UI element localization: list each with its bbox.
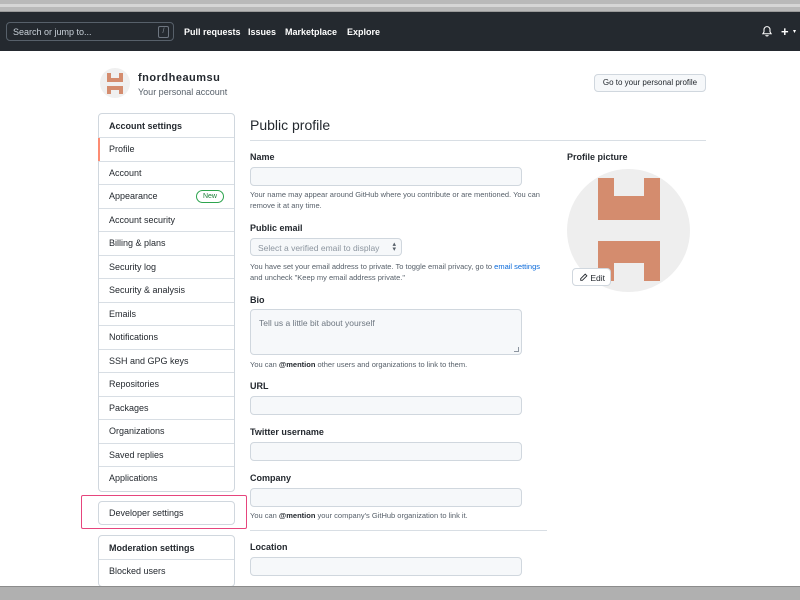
account-avatar: [100, 68, 130, 98]
title-divider: [250, 140, 706, 141]
moderation-heading: Moderation settings: [99, 536, 234, 560]
location-input[interactable]: [250, 557, 522, 576]
company-divider: [250, 530, 547, 531]
page-title: Public profile: [250, 117, 331, 133]
nav-marketplace[interactable]: Marketplace: [285, 27, 337, 37]
sidebar-item-emails[interactable]: Emails: [99, 303, 234, 326]
public-email-note: You have set your email address to priva…: [250, 262, 541, 282]
sidebar-item-ssh-gpg-keys[interactable]: SSH and GPG keys: [99, 350, 234, 373]
company-label: Company: [250, 473, 292, 483]
search-shortcut-key: /: [158, 26, 169, 38]
sidebar-item-organizations[interactable]: Organizations: [99, 420, 234, 444]
highlight-annotation-box: [81, 495, 247, 529]
profile-picture-label: Profile picture: [567, 152, 628, 162]
url-label: URL: [250, 381, 269, 391]
twitter-label: Twitter username: [250, 427, 324, 437]
sidebar-item-account-security[interactable]: Account security: [99, 209, 234, 232]
sidebar-item-saved-replies[interactable]: Saved replies: [99, 444, 234, 467]
search-input[interactable]: Search or jump to... /: [6, 22, 174, 41]
go-to-profile-button[interactable]: Go to your personal profile: [594, 74, 706, 92]
public-email-label: Public email: [250, 223, 303, 233]
sidebar-item-blocked-users[interactable]: Blocked users: [99, 560, 234, 584]
twitter-input[interactable]: [250, 442, 522, 461]
window-chrome-bottom: [0, 586, 800, 600]
sidebar-item-appearance[interactable]: Appearance New: [99, 185, 234, 209]
sidebar-item-profile[interactable]: Profile: [98, 138, 234, 162]
sidebar-item-notifications[interactable]: Notifications: [99, 326, 234, 350]
sidebar-item-repositories[interactable]: Repositories: [99, 373, 234, 397]
new-badge: New: [195, 190, 224, 203]
nav-pull-requests[interactable]: Pull requests: [184, 27, 241, 37]
window-chrome-top: [0, 0, 800, 12]
sidebar-item-account[interactable]: Account: [99, 162, 234, 185]
company-note: You can @mention your company's GitHub o…: [250, 511, 468, 520]
sidebar-item-security-analysis[interactable]: Security & analysis: [99, 279, 234, 303]
nav-explore[interactable]: Explore: [347, 27, 380, 37]
account-subtitle: Your personal account: [138, 87, 228, 97]
sidebar-item-security-log[interactable]: Security log: [99, 256, 234, 279]
name-input[interactable]: [250, 167, 522, 186]
name-label: Name: [250, 152, 275, 162]
pencil-icon: [580, 273, 588, 282]
public-email-select[interactable]: Select a verified email to display ▴ ▾: [250, 238, 402, 256]
sidebar-item-packages[interactable]: Packages: [99, 397, 234, 420]
search-placeholder: Search or jump to...: [13, 27, 92, 37]
company-input[interactable]: [250, 488, 522, 507]
nav-issues[interactable]: Issues: [248, 27, 276, 37]
bio-note: You can @mention other users and organiz…: [250, 360, 468, 369]
top-header: Search or jump to... / Pull requests Iss…: [0, 12, 800, 51]
bell-icon[interactable]: [761, 25, 773, 38]
moderation-sidebar: Moderation settings Blocked users: [98, 535, 235, 587]
plus-icon[interactable]: +: [781, 24, 789, 39]
bio-label: Bio: [250, 295, 265, 305]
resize-handle-icon[interactable]: [514, 347, 519, 352]
identicon-avatar: [107, 73, 123, 94]
name-note: Your name may appear around GitHub where…: [250, 190, 540, 210]
account-name: fnordheaumsu: [138, 72, 221, 84]
public-email-select-value: Select a verified email to display: [258, 243, 380, 253]
url-input[interactable]: [250, 396, 522, 415]
email-settings-link[interactable]: email settings: [494, 262, 540, 271]
chevron-down-icon[interactable]: ▾: [793, 28, 796, 35]
bio-textarea[interactable]: Tell us a little bit about yourself: [250, 309, 522, 355]
sidebar-item-applications[interactable]: Applications: [99, 467, 234, 491]
sidebar-heading: Account settings: [99, 114, 234, 138]
select-arrows-icon: ▴ ▾: [392, 241, 396, 253]
sidebar-item-billing[interactable]: Billing & plans: [99, 232, 234, 256]
edit-picture-button[interactable]: Edit: [572, 268, 611, 286]
settings-sidebar: Account settings Profile Account Appeara…: [98, 113, 235, 492]
bio-placeholder: Tell us a little bit about yourself: [259, 318, 375, 328]
location-label: Location: [250, 542, 288, 552]
